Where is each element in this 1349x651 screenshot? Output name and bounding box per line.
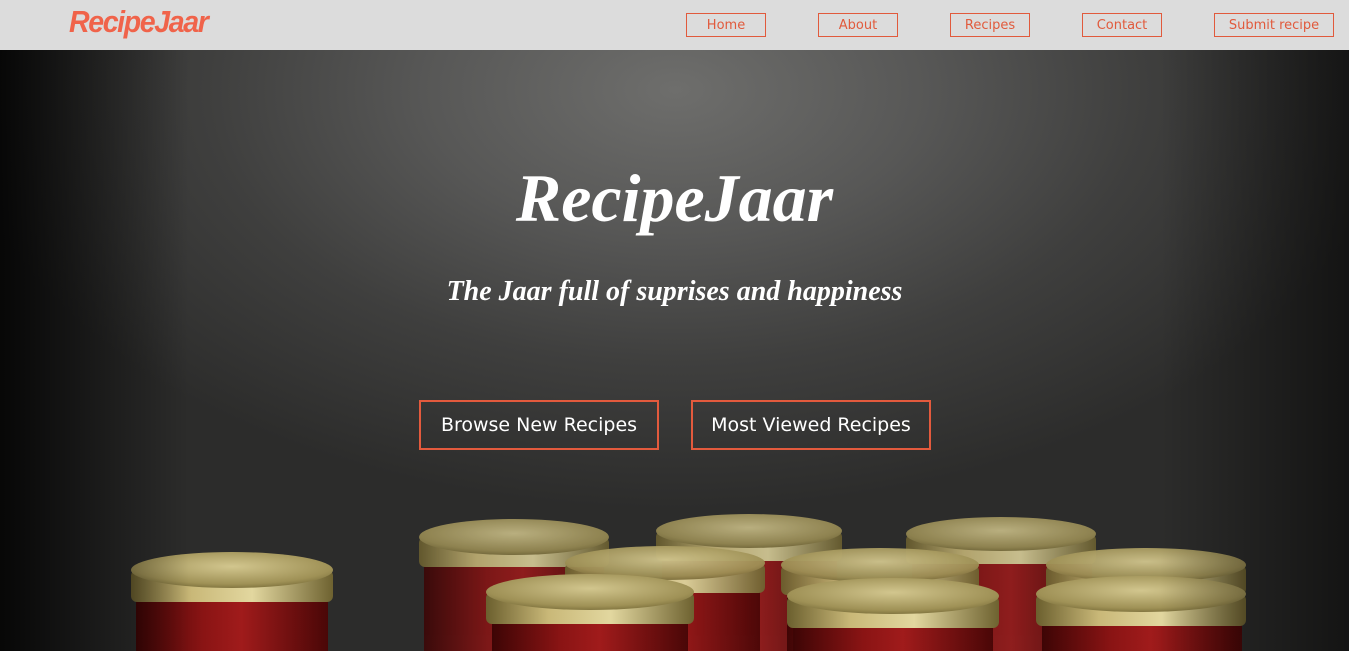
- most-viewed-recipes-button[interactable]: Most Viewed Recipes: [691, 400, 931, 450]
- navbar: RecipeJaar Home About Recipes Contact Su…: [0, 0, 1349, 50]
- brand-logo[interactable]: RecipeJaar: [69, 4, 209, 40]
- nav-submit-recipe-button[interactable]: Submit recipe: [1214, 13, 1334, 37]
- browse-new-recipes-button[interactable]: Browse New Recipes: [419, 400, 659, 450]
- hero-subtitle: The Jaar full of suprises and happiness: [446, 276, 903, 307]
- nav-recipes-button[interactable]: Recipes: [950, 13, 1030, 37]
- nav-contact-button[interactable]: Contact: [1082, 13, 1162, 37]
- hero-section: RecipeJaar The Jaar full of suprises and…: [0, 50, 1349, 651]
- jam-jars-image: [131, 514, 1246, 651]
- nav-home-button[interactable]: Home: [686, 13, 766, 37]
- hero-title: RecipeJaar: [515, 160, 834, 236]
- nav-about-button[interactable]: About: [818, 13, 898, 37]
